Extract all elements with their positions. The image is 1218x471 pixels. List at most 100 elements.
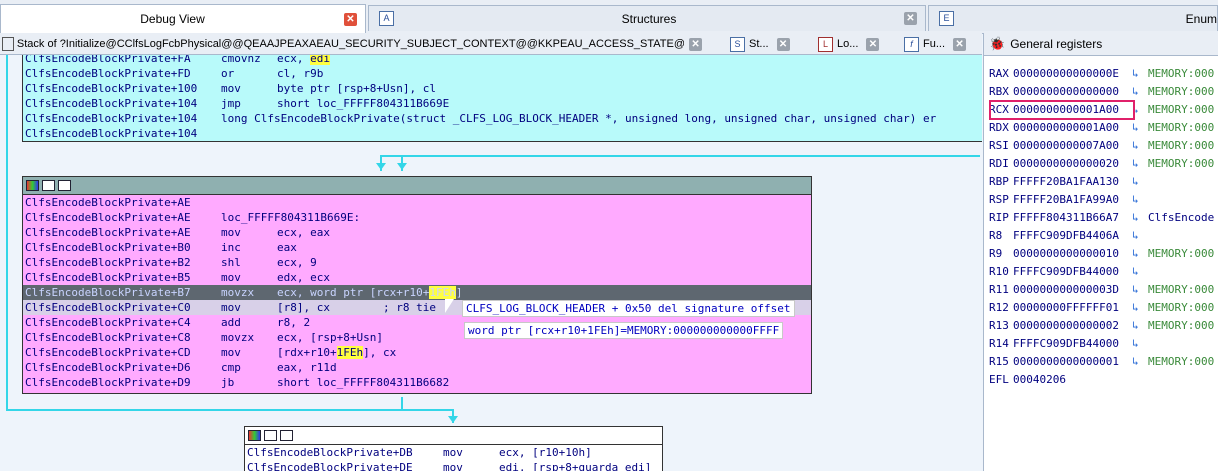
register-value: 0000000000000020 — [1013, 157, 1119, 170]
register-row[interactable]: RAX 000000000000000E ↳ MEMORY:000 — [984, 65, 1218, 83]
line-address: ClfsEncodeBlockPrivate+104 — [25, 127, 198, 140]
register-value: FFFFC909DFB4406A — [1013, 229, 1119, 242]
register-row[interactable]: RBP FFFFF20BA1FAA130 ↳ — [984, 173, 1218, 191]
operand-text: byte ptr [rsp+8+Usn], cl — [277, 82, 436, 95]
line-mnemonic: mov — [221, 346, 241, 359]
code-line[interactable]: ClfsEncodeBlockPrivate+104 long ClfsEncod… — [23, 111, 982, 126]
operand-rest: ], cx — [363, 346, 397, 359]
register-name: RSI — [989, 139, 1009, 152]
comment-tooltip: CLFS_LOG_BLOCK_HEADER + 0x50 del signatu… — [462, 300, 795, 317]
code-line[interactable]: ClfsEncodeBlockPrivate+AE loc_FFFFF804311… — [23, 210, 811, 225]
code-line[interactable]: ClfsEncodeBlockPrivate+DB mov ecx, [r10+10… — [245, 445, 662, 460]
line-address: ClfsEncodeBlockPrivate+DE — [247, 461, 413, 471]
color-icon[interactable] — [248, 430, 261, 441]
jump-arrow-icon: ↳ — [1132, 301, 1139, 314]
code-line[interactable]: ClfsEncodeBlockPrivate+D9 jb short loc_FFF… — [23, 375, 811, 390]
register-value: 0000000000000010 — [1013, 247, 1119, 260]
jump-arrow-icon: ↳ — [1132, 139, 1139, 152]
operand-text: ecx, 9 — [277, 256, 317, 269]
block-header — [245, 427, 662, 445]
code-block-white[interactable]: ClfsEncodeBlockPrivate+DB mov ecx, [r10+10… — [244, 426, 663, 471]
close-icon[interactable]: ✕ — [866, 37, 880, 51]
register-row[interactable]: RIP FFFFF804311B66A7 ↳ ClfsEncode — [984, 209, 1218, 227]
line-address: ClfsEncodeBlockPrivate+B7 — [25, 286, 191, 299]
register-row[interactable]: R15 0000000000000001 ↳ MEMORY:000 — [984, 353, 1218, 371]
register-row[interactable]: R11 000000000000003D ↳ MEMORY:000 — [984, 281, 1218, 299]
color-icon[interactable] — [26, 180, 39, 191]
close-icon[interactable]: ✕ — [953, 37, 967, 51]
general-registers-panel[interactable]: 🐞 General registers RAX 000000000000000E ↳… — [983, 33, 1218, 471]
register-name: RAX — [989, 67, 1009, 80]
tab-enums[interactable]: E Enum — [928, 5, 1218, 31]
rename-icon[interactable] — [42, 180, 55, 191]
close-icon[interactable]: ✕ — [344, 12, 357, 26]
line-mnemonic: mov — [221, 271, 241, 284]
register-value: 0000000000000000 — [1013, 85, 1119, 98]
line-address: ClfsEncodeBlockPrivate+B2 — [25, 256, 191, 269]
operand-text: ecx, eax — [277, 226, 330, 239]
tab-structures[interactable]: A Structures ✕ — [368, 5, 926, 31]
code-line[interactable]: ClfsEncodeBlockPrivate+FA cmovnz ecx, edi — [23, 55, 982, 66]
line-address: ClfsEncodeBlockPrivate+FA — [25, 55, 191, 65]
code-line[interactable]: ClfsEncodeBlockPrivate+D6 cmp eax, r11d — [23, 360, 811, 375]
line-operands: short loc_FFFFF804311B6682 — [277, 375, 449, 390]
line-operands: [r8], cx ; r8 tie — [277, 300, 436, 315]
code-line[interactable]: ClfsEncodeBlockPrivate+DE mov edi, [rsp+8+… — [245, 460, 662, 471]
register-value: FFFFC909DFB44000 — [1013, 265, 1119, 278]
subtab-locals[interactable]: L Lo... ✕ — [818, 34, 898, 54]
close-icon[interactable]: ✕ — [689, 37, 702, 51]
register-row[interactable]: EFL 00040206 — [984, 371, 1218, 389]
jump-arrow-icon: ↳ — [1132, 355, 1139, 368]
line-mnemonic: loc_FFFFF804311B669E: — [221, 211, 361, 224]
line-operands: eax, r11d — [277, 360, 337, 375]
jump-arrow-icon: ↳ — [1132, 265, 1139, 278]
register-row[interactable]: RDX 0000000000001A00 ↳ MEMORY:000 — [984, 119, 1218, 137]
register-row[interactable]: R9 0000000000000010 ↳ MEMORY:000 — [984, 245, 1218, 263]
graph-view[interactable]: ClfsEncodeBlockPrivate+FA cmovnz ecx, edi C… — [0, 55, 982, 471]
subtab-functions[interactable]: f Fu... ✕ — [904, 34, 982, 54]
code-line[interactable]: ClfsEncodeBlockPrivate+FD or cl, r9b — [23, 66, 982, 81]
close-icon[interactable]: ✕ — [904, 12, 917, 25]
register-name: RBX — [989, 85, 1009, 98]
line-mnemonic: mov — [221, 226, 241, 239]
register-row[interactable]: R14 FFFFC909DFB44000 ↳ — [984, 335, 1218, 353]
subtab-stack-view[interactable]: Stack of ?Initialize@CClfsLogFcbPhysical… — [2, 34, 710, 54]
register-row[interactable]: RSI 0000000000007A00 ↳ MEMORY:000 — [984, 137, 1218, 155]
code-line[interactable]: ClfsEncodeBlockPrivate+B5 mov edx, ecx — [23, 270, 811, 285]
code-line[interactable]: ClfsEncodeBlockPrivate+AE mov ecx, eax — [23, 225, 811, 240]
jump-arrow-icon: ↳ — [1132, 193, 1139, 206]
operand-highlight: 1FEh — [336, 346, 364, 359]
tab-debug-view[interactable]: Debug View ✕ — [0, 4, 366, 33]
graph-icon[interactable] — [280, 430, 293, 441]
register-label: ClfsEncode — [1148, 211, 1215, 224]
line-address: ClfsEncodeBlockPrivate+CD — [25, 346, 191, 359]
register-row[interactable]: R10 FFFFC909DFB44000 ↳ — [984, 263, 1218, 281]
operand-text: edi, [rsp+8+guarda_edi] — [499, 461, 652, 471]
register-row[interactable]: RBX 0000000000000000 ↳ MEMORY:000 — [984, 83, 1218, 101]
code-line[interactable]: ClfsEncodeBlockPrivate+B7 movzx ecx, word … — [23, 285, 811, 300]
register-row[interactable]: RSP FFFFF20BA1FA99A0 ↳ — [984, 191, 1218, 209]
graph-edge — [6, 409, 454, 411]
register-name: R10 — [989, 265, 1009, 278]
subtab-stack[interactable]: S St... ✕ — [730, 34, 810, 54]
jump-arrow-icon: ↳ — [1132, 319, 1139, 332]
register-row[interactable]: RDI 0000000000000020 ↳ MEMORY:000 — [984, 155, 1218, 173]
register-row[interactable]: R8 FFFFC909DFB4406A ↳ — [984, 227, 1218, 245]
register-row[interactable]: R12 00000000FFFFFF01 ↳ MEMORY:000 — [984, 299, 1218, 317]
code-line[interactable]: ClfsEncodeBlockPrivate+AE — [23, 195, 811, 210]
subtab-label: Stack of ?Initialize@CClfsLogFcbPhysical… — [16, 38, 685, 50]
line-operands: [rdx+r10+1FEh], cx — [277, 345, 396, 360]
rename-icon[interactable] — [264, 430, 277, 441]
graph-icon[interactable] — [58, 180, 71, 191]
code-line[interactable]: ClfsEncodeBlockPrivate+CD mov [rdx+r10+1FE… — [23, 345, 811, 360]
code-block-cyan[interactable]: ClfsEncodeBlockPrivate+FA cmovnz ecx, edi C… — [22, 55, 982, 142]
subtab-label: Fu... — [923, 38, 946, 50]
code-line[interactable]: ClfsEncodeBlockPrivate+100 mov byte ptr [r… — [23, 81, 982, 96]
code-line[interactable]: ClfsEncodeBlockPrivate+104 — [23, 126, 982, 141]
code-line[interactable]: ClfsEncodeBlockPrivate+104 jmp short loc_F… — [23, 96, 982, 111]
close-icon[interactable]: ✕ — [776, 37, 790, 51]
register-row[interactable]: R13 0000000000000002 ↳ MEMORY:000 — [984, 317, 1218, 335]
code-block-pink[interactable]: ClfsEncodeBlockPrivate+AE ClfsEncodeBlock… — [22, 176, 812, 394]
code-line[interactable]: ClfsEncodeBlockPrivate+B2 shl ecx, 9 — [23, 255, 811, 270]
code-line[interactable]: ClfsEncodeBlockPrivate+B0 inc eax — [23, 240, 811, 255]
